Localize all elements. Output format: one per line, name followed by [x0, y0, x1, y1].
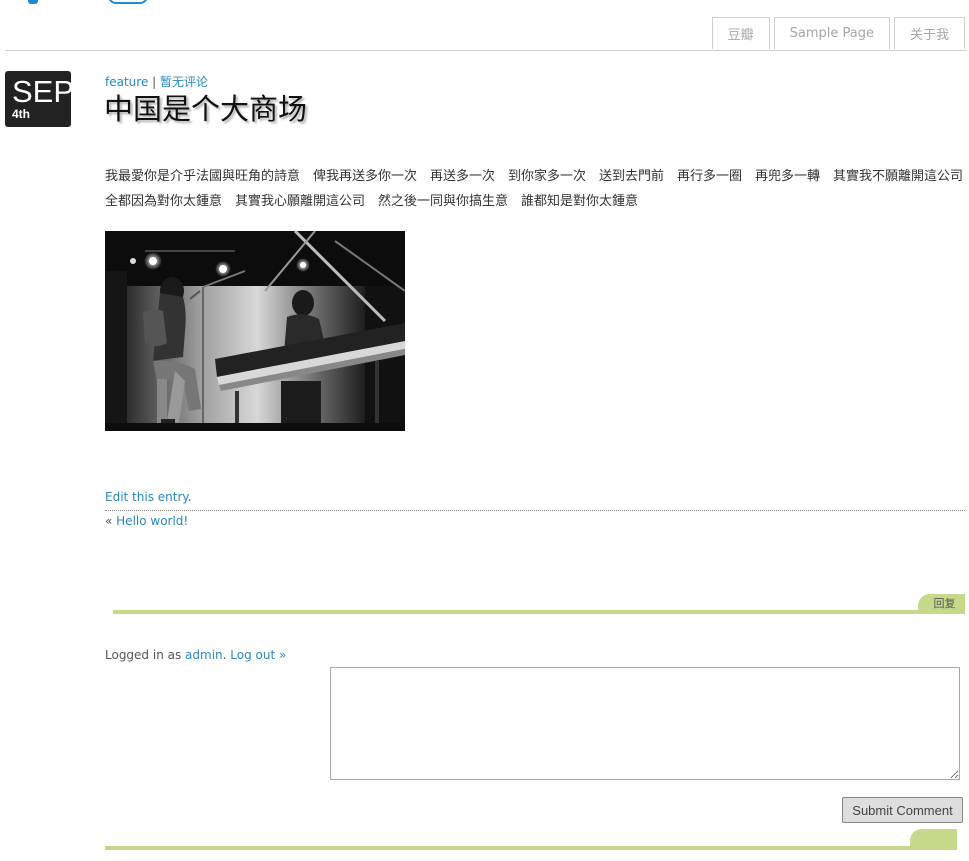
- logout-link[interactable]: Log out »: [230, 648, 286, 662]
- edit-entry-link[interactable]: Edit this entry: [105, 490, 188, 504]
- site-logo[interactable]: [20, 0, 148, 4]
- logo-mark-right: [108, 0, 148, 4]
- post-footer-divider: [105, 510, 965, 511]
- edit-entry-period: .: [187, 490, 192, 504]
- post-title: 中国是个大商场: [104, 92, 308, 126]
- edit-entry-line: Edit this entry.: [105, 490, 192, 504]
- submit-comment-button[interactable]: Submit Comment: [842, 797, 963, 823]
- post-photo: [105, 231, 405, 431]
- logo-mark-left: [28, 0, 38, 4]
- post-date-month: SEP: [12, 74, 75, 109]
- nav-tab-about[interactable]: 关于我: [893, 17, 965, 49]
- post-navigation: « Hello world!: [105, 514, 188, 528]
- comment-section-bottom-bar: [105, 846, 957, 850]
- post-body-text: 我最愛你是介乎法國與旺角的詩意 俾我再送多你一次 再送多一次 到你家多一次 送到…: [105, 169, 969, 209]
- logged-in-notice: Logged in as admin. Log out »: [105, 648, 286, 662]
- user-profile-link[interactable]: admin: [185, 648, 223, 662]
- main-nav: 豆瓣 Sample Page 关于我: [711, 17, 965, 49]
- post-date-badge: SEP 4th: [5, 71, 75, 127]
- concert-photo-illustration: [105, 231, 405, 431]
- prev-post-link[interactable]: Hello world!: [116, 514, 188, 528]
- reply-section-bar: [113, 610, 965, 614]
- nav-tab-douban[interactable]: 豆瓣: [711, 17, 770, 49]
- bottom-bar-tab: [910, 829, 957, 847]
- comment-textarea[interactable]: [330, 667, 960, 780]
- nav-tab-sample-page[interactable]: Sample Page: [773, 17, 890, 49]
- logged-in-prefix: Logged in as: [105, 648, 186, 662]
- post-date-day: 4th: [12, 107, 30, 121]
- nav-divider: [5, 50, 966, 51]
- prev-arrow: «: [105, 514, 117, 528]
